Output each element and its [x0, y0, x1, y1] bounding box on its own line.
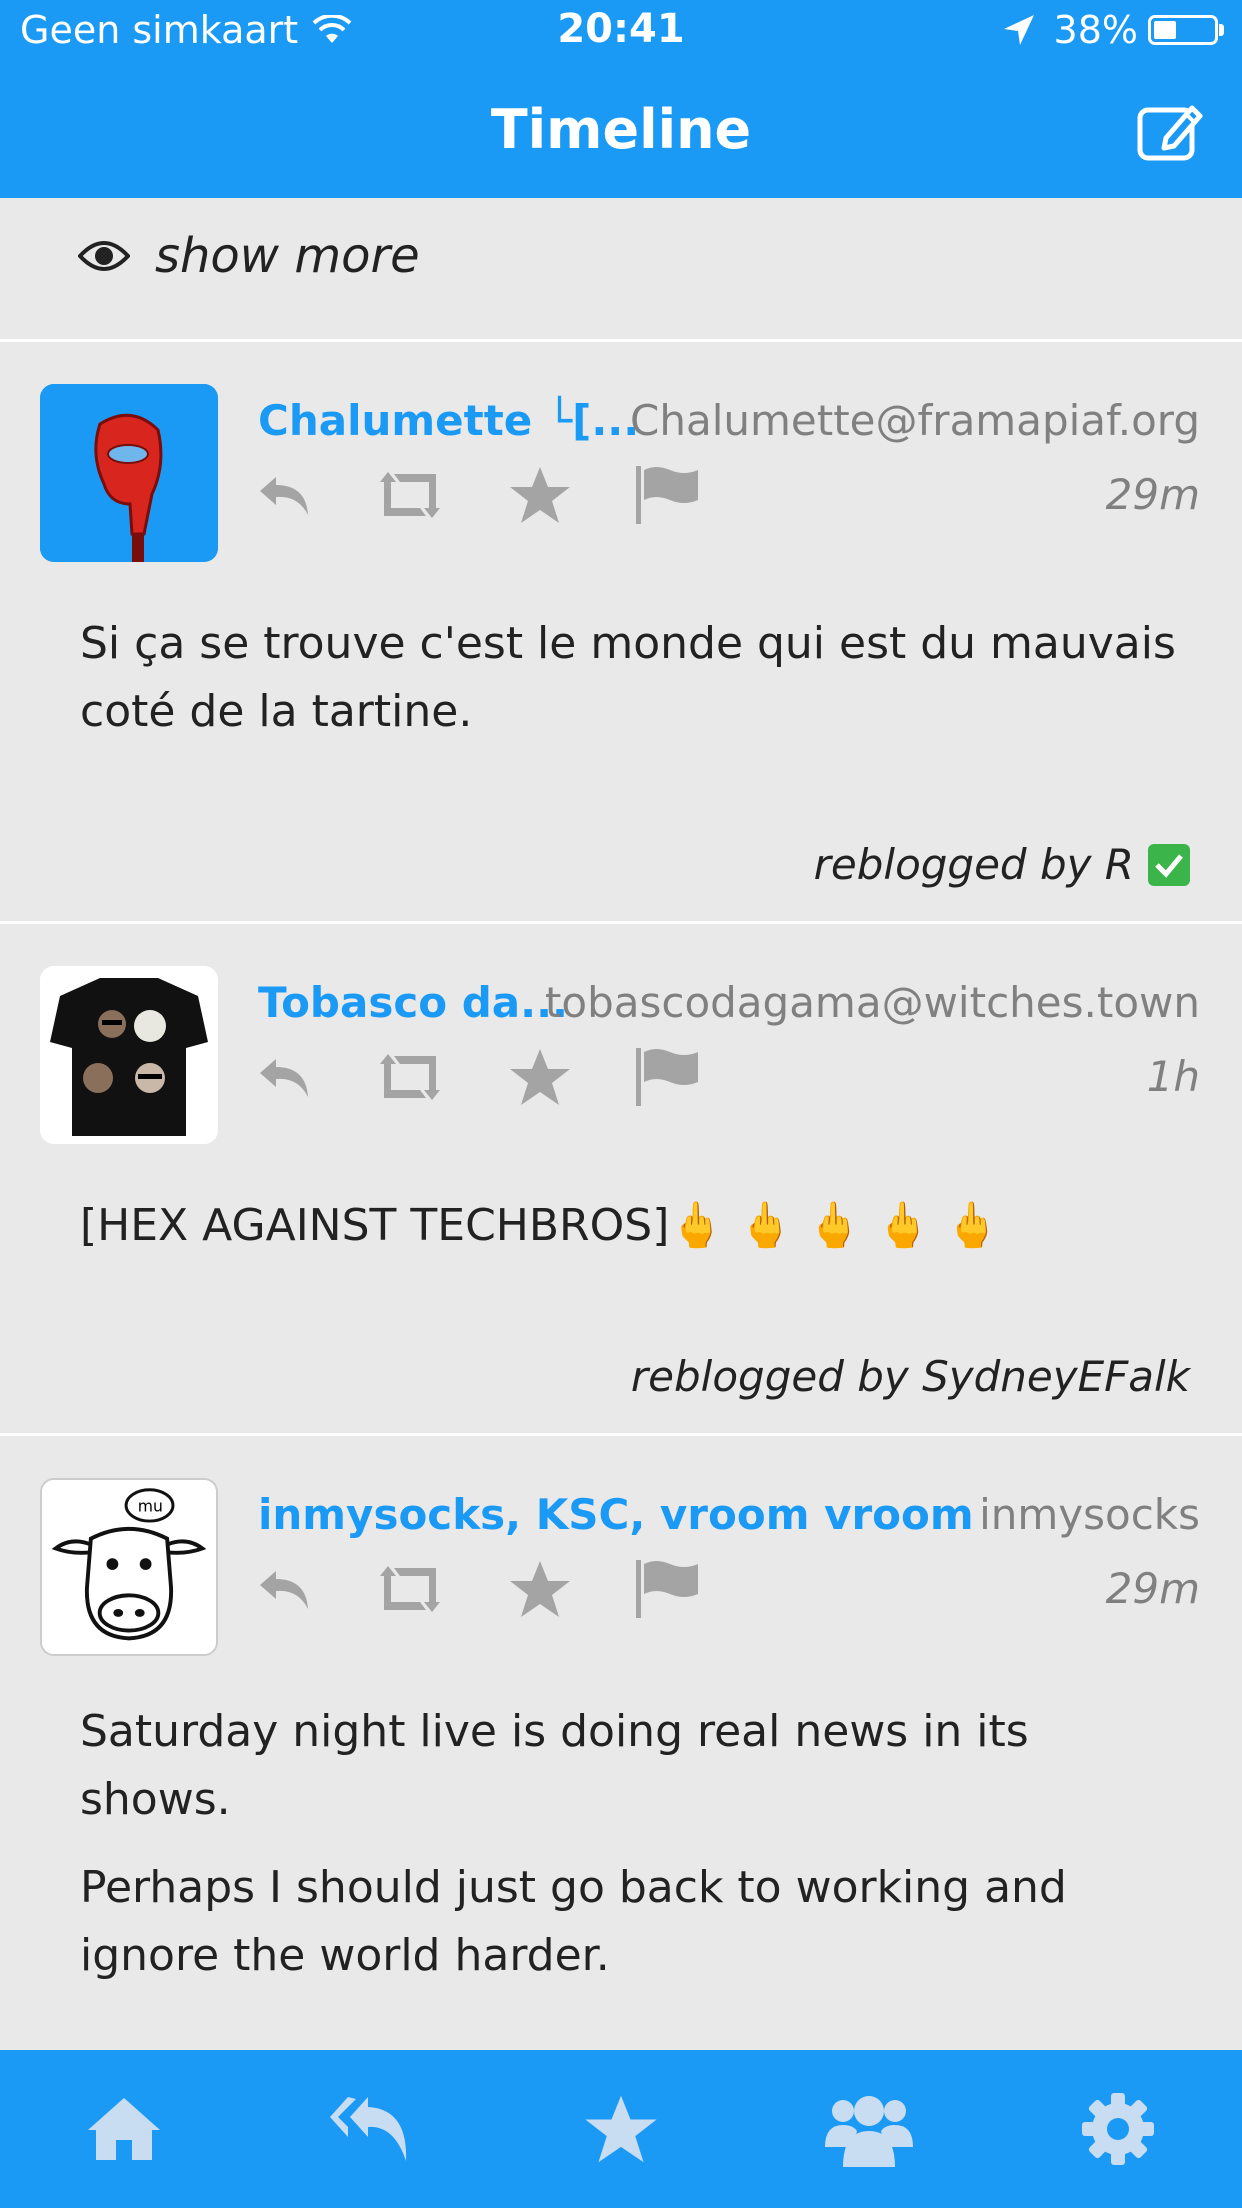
nav-bar: Timeline	[0, 66, 1242, 198]
tab-community[interactable]	[745, 2050, 993, 2208]
eye-icon	[78, 241, 130, 271]
location-arrow-icon	[1003, 15, 1034, 45]
boost-icon[interactable]	[374, 470, 446, 520]
report-flag-icon[interactable]	[634, 1046, 700, 1108]
post-time: 1h	[1146, 1052, 1200, 1101]
avatar-image	[40, 384, 218, 562]
battery-icon	[1148, 15, 1218, 45]
status-bar: Geen simkaart 20:41 38%	[0, 0, 1242, 66]
tab-home[interactable]	[0, 2050, 248, 2208]
post-paragraph: Si ça se trouve c'est le monde qui est d…	[80, 618, 1176, 737]
favourite-icon[interactable]	[508, 465, 572, 525]
check-mark-icon	[1148, 843, 1190, 886]
post-time: 29m	[1105, 470, 1200, 519]
boost-icon[interactable]	[374, 1052, 446, 1102]
settings-icon	[1082, 2093, 1154, 2165]
home-icon	[88, 2098, 160, 2160]
community-icon	[825, 2096, 913, 2167]
post-author-handle[interactable]: Chalumette@framapiaf.org	[630, 396, 1200, 445]
post-actions	[258, 464, 762, 526]
page-title: Timeline	[490, 98, 752, 161]
show-more-label: show more	[155, 228, 420, 284]
favourites-icon	[585, 2095, 657, 2163]
avatar[interactable]	[40, 384, 218, 562]
tab-bar	[0, 2050, 1242, 2208]
favourite-icon[interactable]	[508, 1559, 572, 1619]
battery-percent: 38%	[1053, 8, 1138, 52]
reply-icon[interactable]	[258, 473, 312, 517]
avatar[interactable]	[40, 966, 218, 1144]
post-author-handle[interactable]: inmysocks	[979, 1490, 1200, 1539]
reblog-info: reblogged by R	[814, 840, 1190, 889]
reply-icon[interactable]	[258, 1567, 312, 1611]
post: mu inmysocks, KSC, vroom vroom inmysocks…	[0, 1436, 1242, 2050]
report-flag-icon[interactable]	[634, 464, 700, 526]
battery-info: 38%	[1002, 8, 1224, 52]
post-paragraph: [HEX AGAINST TECHBROS]🖕 🖕 🖕 🖕 🖕	[80, 1200, 1000, 1251]
replies-icon	[330, 2097, 407, 2161]
post-author-name[interactable]: inmysocks, KSC, vroom vroom	[258, 1490, 974, 1539]
post-actions	[258, 1046, 762, 1108]
post-author-handle[interactable]: tobascodagama@witches.town	[545, 978, 1200, 1027]
post-author-name[interactable]: Chalumette └[...	[258, 396, 639, 445]
favourite-icon[interactable]	[508, 1047, 572, 1107]
post-time: 29m	[1105, 1564, 1200, 1613]
boost-icon[interactable]	[374, 1564, 446, 1614]
reply-icon[interactable]	[258, 1055, 312, 1099]
avatar-image: mu	[42, 1480, 216, 1654]
post-paragraph: Saturday night live is doing real news i…	[80, 1706, 1029, 1825]
reblog-label: reblogged by SydneyEFalk	[630, 1352, 1190, 1401]
post-actions	[258, 1558, 762, 1620]
avatar[interactable]: mu	[40, 1478, 218, 1656]
reblog-info: reblogged by SydneyEFalk	[631, 1352, 1190, 1401]
compose-icon[interactable]	[1136, 100, 1206, 162]
show-more-row[interactable]: show more	[0, 198, 1242, 342]
post-content: [HEX AGAINST TECHBROS]🖕 🖕 🖕 🖕 🖕	[80, 1192, 1182, 1280]
post: Chalumette └[... Chalumette@framapiaf.or…	[0, 342, 1242, 924]
tab-favourites[interactable]	[497, 2050, 745, 2208]
post-author-name[interactable]: Tobasco da...	[258, 978, 568, 1027]
avatar-image	[40, 966, 218, 1144]
report-flag-icon[interactable]	[634, 1558, 700, 1620]
tab-replies[interactable]	[248, 2050, 496, 2208]
svg-text:mu: mu	[138, 1496, 163, 1515]
post-content: Saturday night live is doing real news i…	[80, 1698, 1182, 2010]
post-paragraph: Perhaps I should just go back to working…	[80, 1862, 1067, 1981]
reblog-label: reblogged by R	[813, 840, 1134, 889]
tab-settings[interactable]	[994, 2050, 1242, 2208]
post: Tobasco da... tobascodagama@witches.town…	[0, 924, 1242, 1436]
post-content: Si ça se trouve c'est le monde qui est d…	[80, 610, 1182, 766]
